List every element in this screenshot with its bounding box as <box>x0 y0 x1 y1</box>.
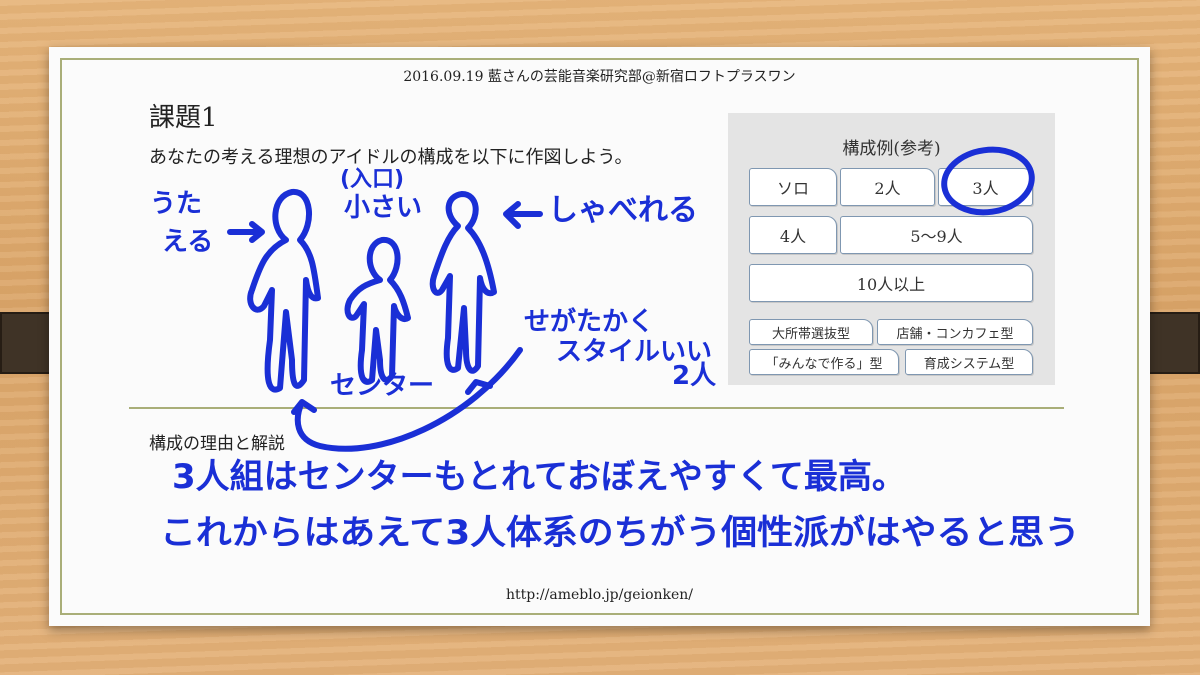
left-arrow-drawing <box>227 221 265 243</box>
hand-reason-line-2: これからはあえて3人体系のちがう個性派がはやると思う <box>160 513 1080 553</box>
center-figure-drawing <box>344 237 411 385</box>
hand-label-center: センター <box>330 371 434 401</box>
hand-label-talk: しゃべれる <box>548 193 698 228</box>
left-figure-drawing <box>247 189 321 393</box>
hand-label-entrance: (入口) <box>340 167 404 192</box>
right-figure-drawing <box>429 191 497 374</box>
hand-label-small: 小さい <box>344 193 422 223</box>
circle-3-option-drawing <box>941 146 1035 216</box>
hand-label-sing-2: える <box>162 227 213 257</box>
hand-label-tall: せがたかく <box>524 306 654 337</box>
right-arrow-drawing <box>503 201 543 229</box>
hand-label-two: 2人 <box>672 361 716 391</box>
handwriting-layer: うた える (入口) 小さい しゃべれる センター せがたかく スタイルいい 2… <box>150 146 1080 553</box>
hand-reason-line-1: 3人組はセンターもとれておぼえやすくて最高。 <box>172 457 906 497</box>
hand-label-sing-1: うた <box>150 189 202 219</box>
